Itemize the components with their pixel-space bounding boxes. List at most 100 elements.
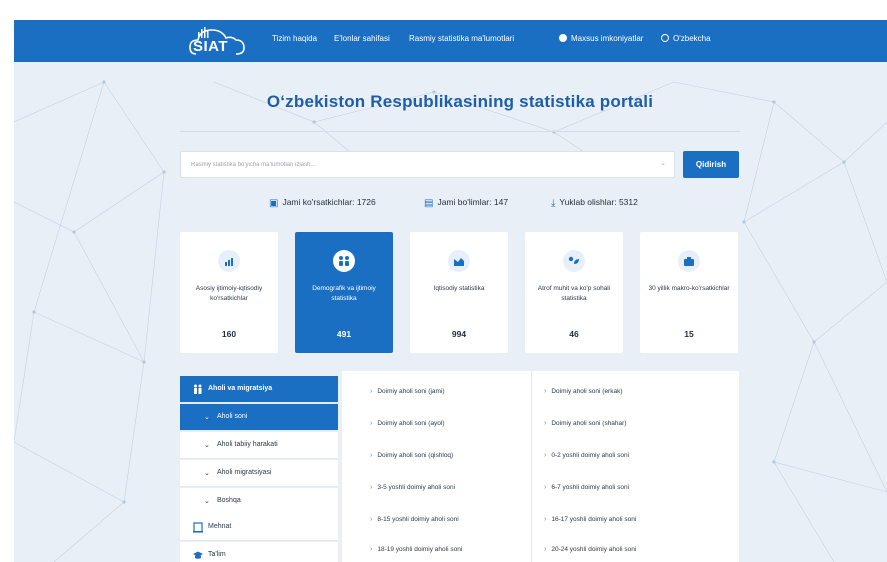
sidebar-item-labor[interactable]: Mehnat xyxy=(180,514,338,541)
stat-indicators: ▣ Jami ko'rsatkichlar: 1726 xyxy=(269,197,376,209)
sidebar: Aholi va migratsiya ⌄ Aholi soni ⌄ Aholi… xyxy=(180,376,338,562)
indicators-panel: › Doimiy aholi soni (jami) › Doimiy aholi … xyxy=(342,371,739,562)
search-button[interactable]: Qidirish xyxy=(683,151,739,178)
sidebar-item-label: Aholi va migratsiya xyxy=(208,385,273,392)
sections-icon: ▤ xyxy=(424,198,434,209)
eye-icon xyxy=(559,34,567,42)
chevron-right-icon: › xyxy=(544,484,547,491)
chevron-right-icon: › xyxy=(370,484,373,491)
indicator-label: Doimiy aholi soni (qishloq) xyxy=(377,452,454,459)
sidebar-item-natural-movement[interactable]: ⌄ Aholi tabiiy harakati xyxy=(180,432,338,459)
chevron-right-icon: › xyxy=(370,516,373,523)
card-count: 15 xyxy=(684,329,694,339)
language-selector[interactable]: O'zbekcha xyxy=(661,34,711,43)
indicator-link[interactable]: › Doimiy aholi soni (jami) xyxy=(370,388,445,403)
indicator-link[interactable]: › Doimiy aholi soni (erkak) xyxy=(544,388,623,403)
briefcase-icon xyxy=(684,257,694,266)
card-label: Asosiy ijtimoiy-iqtisodiy ko'rsatkichlar xyxy=(195,285,263,302)
chevron-down-icon: ⌄ xyxy=(204,414,210,421)
globe-icon xyxy=(661,34,669,42)
stat-sections-label: Jami bo'limlar: 147 xyxy=(437,197,509,207)
page-title: O‘zbekiston Respublikasining statistika … xyxy=(266,92,654,111)
indicator-link[interactable]: › 20-24 yoshli doimiy aholi soni xyxy=(544,546,636,561)
indicator-link[interactable]: › Doimiy aholi soni (ayol) xyxy=(370,420,445,435)
card-icon-circle xyxy=(678,250,700,272)
chevron-right-icon: › xyxy=(544,546,547,553)
nav-accessibility-label: Maxsus imkoniyatlar xyxy=(571,34,644,43)
indicator-label: Doimiy aholi soni (erkak) xyxy=(551,388,623,395)
chevron-right-icon: › xyxy=(370,420,373,427)
stat-sections: ▤ Jami bo'limlar: 147 xyxy=(424,197,508,209)
sidebar-item-label: Aholi migratsiyasi xyxy=(217,469,272,476)
chevron-down-icon: ⌄ xyxy=(204,498,210,505)
left-blank-strip xyxy=(0,20,14,562)
sidebar-item-population-migration[interactable]: Aholi va migratsiya xyxy=(180,376,338,403)
category-card-macro[interactable]: 30 yillik makro-ko'rsatkichlar 15 xyxy=(640,232,738,353)
card-label: Atrof muhit va ko'p sohali statistika xyxy=(537,285,611,302)
chevron-right-icon: › xyxy=(370,388,373,395)
sidebar-item-label: Boshqa xyxy=(217,497,241,504)
sidebar-item-label: Aholi tabiiy harakati xyxy=(217,441,278,448)
sidebar-item-education[interactable]: Ta'lim xyxy=(180,542,338,562)
indicator-link[interactable]: › 6-7 yoshli doimiy aholi soni xyxy=(544,484,629,499)
indicator-label: 20-24 yoshli doimiy aholi soni xyxy=(551,546,637,553)
graduation-cap-icon xyxy=(193,551,203,559)
chevron-down-icon: ⌄ xyxy=(204,442,210,449)
site-header: SIAT Tizim haqida E'lonlar sahifasi Rasm… xyxy=(14,20,887,62)
stat-downloads: ⤓ Yuklab olishlar: 5312 xyxy=(551,197,638,209)
indicator-label: 18-19 yoshli doimiy aholi soni xyxy=(377,546,463,553)
indicator-label: 6-7 yoshli doimiy aholi soni xyxy=(551,484,630,491)
nav-system-about[interactable]: Tizim haqida xyxy=(272,34,317,43)
indicator-label: Doimiy aholi soni (ayol) xyxy=(377,420,445,427)
search-input[interactable] xyxy=(181,152,651,177)
nav-announcements[interactable]: E'lonlar sahifasi xyxy=(334,34,390,43)
column-divider xyxy=(531,371,532,562)
people-icon xyxy=(194,384,202,394)
chevron-right-icon: › xyxy=(544,388,547,395)
search-box[interactable]: ⌄ xyxy=(180,151,675,178)
indicator-link[interactable]: › 0-2 yoshli doimiy aholi soni xyxy=(544,452,629,467)
sidebar-item-population-count[interactable]: ⌄ Aholi soni xyxy=(180,404,338,431)
sidebar-item-label: Ta'lim xyxy=(208,551,226,558)
indicator-link[interactable]: › 18-19 yoshli doimiy aholi soni xyxy=(370,546,462,561)
indicator-link[interactable]: › 8-15 yoshli doimiy aholi soni xyxy=(370,516,459,531)
category-card-demographic[interactable]: Demografik va ijtimoiy statistika 491 xyxy=(295,232,393,353)
card-count: 491 xyxy=(336,329,352,339)
chevron-right-icon: › xyxy=(370,452,373,459)
nav-accessibility[interactable]: Maxsus imkoniyatlar xyxy=(559,34,643,43)
chevron-right-icon: › xyxy=(544,452,547,459)
stat-downloads-label: Yuklab olishlar: 5312 xyxy=(559,197,638,207)
card-icon-circle xyxy=(333,250,355,272)
card-label: Demografik va ijtimoiy statistika xyxy=(312,285,376,302)
indicator-label: 3-5 yoshli doimiy aholi soni xyxy=(377,484,456,491)
indicators-icon: ▣ xyxy=(269,198,279,209)
card-count: 46 xyxy=(569,329,579,339)
card-label: 30 yillik makro-ko'rsatkichlar xyxy=(648,285,730,292)
category-card-main-indicators[interactable]: Asosiy ijtimoiy-iqtisodiy ko'rsatkichlar… xyxy=(180,232,278,353)
sidebar-item-label: Mehnat xyxy=(208,523,232,530)
card-icon-circle xyxy=(448,250,470,272)
indicator-label: Doimiy aholi soni (jami) xyxy=(377,388,445,395)
indicator-link[interactable]: › Doimiy aholi soni (shahar) xyxy=(544,420,626,435)
chevron-down-icon[interactable]: ⌄ xyxy=(660,159,666,167)
chevron-right-icon: › xyxy=(370,546,373,553)
chevron-right-icon: › xyxy=(544,420,547,427)
indicator-link[interactable]: › 16-17 yoshli doimiy aholi soni xyxy=(544,516,636,531)
category-card-environment[interactable]: Atrof muhit va ko'p sohali statistika 46 xyxy=(525,232,623,353)
indicator-link[interactable]: › 3-5 yoshli doimiy aholi soni xyxy=(370,484,455,499)
card-icon-circle xyxy=(563,250,585,272)
category-card-economic[interactable]: Iqtisodiy statistika 994 xyxy=(410,232,508,353)
area-chart-icon xyxy=(454,258,464,266)
card-count: 160 xyxy=(221,329,237,339)
language-label: O'zbekcha xyxy=(673,34,711,43)
chart-icon xyxy=(225,258,233,266)
title-divider xyxy=(180,131,740,132)
indicator-link[interactable]: › Doimiy aholi soni (qishloq) xyxy=(370,452,453,467)
sidebar-item-label: Aholi soni xyxy=(217,413,248,420)
sidebar-item-migration[interactable]: ⌄ Aholi migratsiyasi xyxy=(180,460,338,487)
indicator-label: Doimiy aholi soni (shahar) xyxy=(551,420,627,427)
indicator-label: 0-2 yoshli doimiy aholi soni xyxy=(551,452,630,459)
sidebar-item-other[interactable]: ⌄ Boshqa xyxy=(180,488,338,515)
nav-official-statistics[interactable]: Rasmiy statistika ma'lumotlari xyxy=(409,34,514,43)
stat-indicators-label: Jami ko'rsatkichlar: 1726 xyxy=(282,197,376,207)
